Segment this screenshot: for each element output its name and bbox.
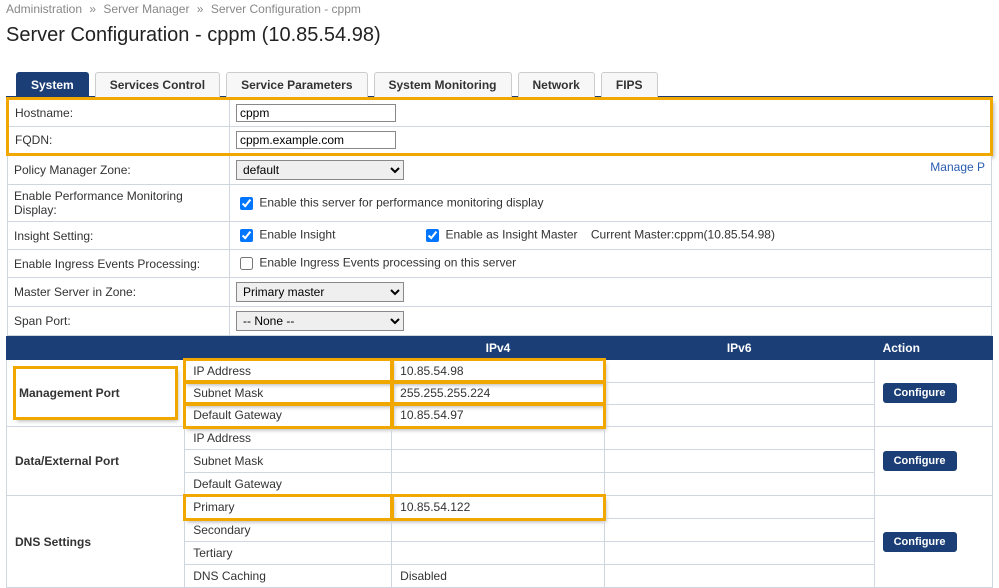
perf-enable-checkbox[interactable] (240, 197, 253, 210)
fqdn-input[interactable] (236, 131, 396, 149)
chevron-icon: » (197, 2, 204, 16)
tab-service-parameters[interactable]: Service Parameters (226, 72, 367, 97)
insight-current-master: Current Master:cppm(10.85.54.98) (591, 228, 775, 242)
tab-fips[interactable]: FIPS (601, 72, 658, 97)
tab-bar: System Services Control Service Paramete… (6, 71, 993, 97)
data-ip-label: IP Address (185, 427, 392, 450)
mgmt-gw-value: 10.85.54.97 (392, 404, 605, 427)
mgmt-ip-label: IP Address (185, 360, 392, 383)
breadcrumb-server-config: Server Configuration - cppm (211, 2, 361, 16)
dns-secondary-label: Secondary (185, 519, 392, 542)
tab-network[interactable]: Network (518, 72, 595, 97)
fqdn-label: FQDN: (8, 127, 230, 155)
chevron-icon: » (89, 2, 96, 16)
manage-zones-link[interactable]: Manage P (930, 160, 985, 174)
port-table: IPv4 IPv6 Action Management Port IP Addr… (6, 336, 993, 588)
breadcrumb: Administration » Server Manager » Server… (6, 0, 993, 20)
dns-caching-label: DNS Caching (185, 565, 392, 588)
ingress-enable-checkbox[interactable] (240, 257, 253, 270)
zone-label: Policy Manager Zone: (8, 155, 230, 185)
tab-system-monitoring[interactable]: System Monitoring (374, 72, 512, 97)
insight-enable-text: Enable Insight (259, 228, 335, 242)
data-port-label: Data/External Port (7, 427, 185, 496)
insight-master-checkbox[interactable] (426, 229, 439, 242)
master-label: Master Server in Zone: (8, 278, 230, 307)
data-mask-label: Subnet Mask (185, 450, 392, 473)
mgmt-gw-label: Default Gateway (185, 404, 392, 427)
dns-settings-label: DNS Settings (7, 496, 185, 588)
tab-services-control[interactable]: Services Control (95, 72, 220, 97)
dns-configure-button[interactable]: Configure (883, 532, 957, 552)
ipv6-header: IPv6 (604, 337, 874, 360)
perf-enable-text: Enable this server for performance monit… (259, 195, 543, 209)
breadcrumb-admin[interactable]: Administration (6, 2, 82, 16)
system-form: Hostname: FQDN: Policy Manager Zone: def… (6, 97, 993, 336)
dns-caching-value: Disabled (392, 565, 605, 588)
page-title: Server Configuration - cppm (10.85.54.98… (6, 24, 993, 47)
ingress-enable-text: Enable Ingress Events processing on this… (259, 256, 516, 270)
perf-label: Enable Performance Monitoring Display: (8, 185, 230, 222)
master-select[interactable]: Primary master (236, 282, 404, 302)
tab-system[interactable]: System (16, 72, 89, 97)
span-select[interactable]: -- None -- (236, 311, 404, 331)
data-configure-button[interactable]: Configure (883, 451, 957, 471)
action-header: Action (874, 337, 992, 360)
insight-enable-checkbox[interactable] (240, 229, 253, 242)
mgmt-configure-button[interactable]: Configure (883, 383, 957, 403)
hostname-input[interactable] (236, 104, 396, 122)
management-port-label: Management Port (7, 360, 185, 427)
span-label: Span Port: (8, 307, 230, 336)
breadcrumb-server-manager[interactable]: Server Manager (103, 2, 189, 16)
hostname-label: Hostname: (8, 99, 230, 127)
dns-primary-label: Primary (185, 496, 392, 519)
insight-master-text: Enable as Insight Master (445, 228, 577, 242)
mgmt-ip-value: 10.85.54.98 (392, 360, 605, 383)
mgmt-mask-value: 255.255.255.224 (392, 382, 605, 404)
ingress-label: Enable Ingress Events Processing: (8, 250, 230, 278)
insight-label: Insight Setting: (8, 222, 230, 250)
mgmt-mask-label: Subnet Mask (185, 382, 392, 404)
ipv4-header: IPv4 (392, 337, 605, 360)
data-gw-label: Default Gateway (185, 473, 392, 496)
zone-select[interactable]: default (236, 160, 404, 180)
dns-tertiary-label: Tertiary (185, 542, 392, 565)
dns-primary-value: 10.85.54.122 (392, 496, 605, 519)
